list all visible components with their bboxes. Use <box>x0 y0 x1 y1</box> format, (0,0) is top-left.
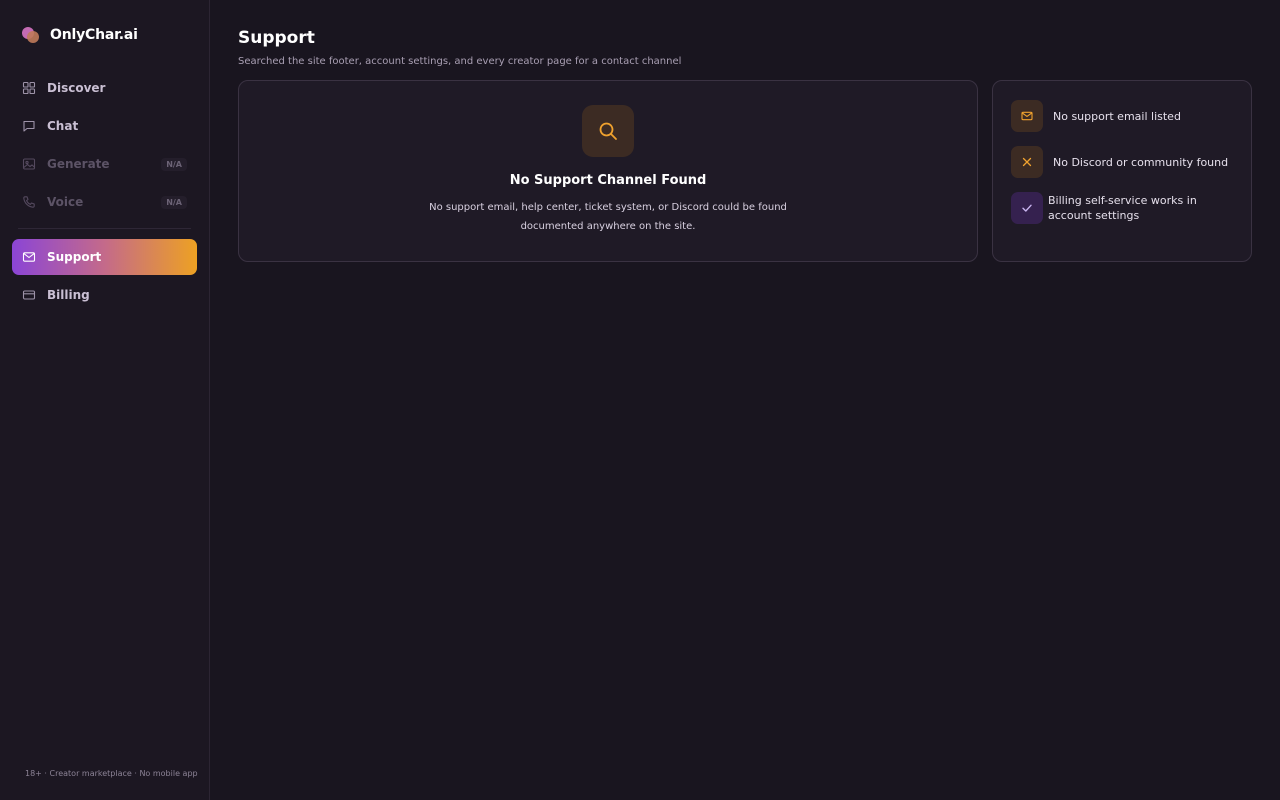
sidebar-footer: 18+ · Creator marketplace · No mobile ap… <box>25 769 198 778</box>
phone-icon <box>22 195 36 209</box>
image-icon <box>22 157 36 171</box>
page-subtitle: Searched the site footer, account settin… <box>238 56 682 67</box>
empty-state-title: No Support Channel Found <box>509 173 707 188</box>
credit-card-icon <box>22 288 36 302</box>
status-item-email: No support email listed <box>1011 100 1233 132</box>
search-icon <box>582 105 634 157</box>
chat-bubble-icon <box>22 119 36 133</box>
sidebar-item-label: Chat <box>47 119 79 133</box>
sidebar-item-chat[interactable]: Chat <box>12 108 197 144</box>
nav-divider <box>18 228 191 229</box>
sidebar-nav: Discover Chat Generate N/A Voice N/A Sup… <box>12 70 197 313</box>
sidebar-item-label: Discover <box>47 81 106 95</box>
mail-icon <box>1011 100 1043 132</box>
status-label: Billing self-service works in account se… <box>1048 194 1197 222</box>
status-label: No Discord or community found <box>1053 155 1229 169</box>
x-icon <box>1011 146 1043 178</box>
sidebar-item-label: Billing <box>47 288 90 302</box>
page-title: Support <box>238 28 315 48</box>
main-content: Support Searched the site footer, accoun… <box>210 0 1280 800</box>
sidebar-item-generate[interactable]: Generate N/A <box>12 146 197 182</box>
sidebar-item-label: Voice <box>47 195 84 209</box>
cards-row: No Support Channel Found No support emai… <box>238 80 1252 262</box>
sidebar-item-label: Support <box>47 250 102 264</box>
brand-name: OnlyChar.ai <box>50 27 138 43</box>
status-card: No support email listed No Discord or co… <box>992 80 1252 262</box>
brand[interactable]: OnlyChar.ai <box>12 0 197 70</box>
sidebar: OnlyChar.ai Discover Chat Generate N/A V… <box>0 0 210 800</box>
status-item-discord: No Discord or community found <box>1011 146 1233 178</box>
unavailable-badge: N/A <box>161 195 187 209</box>
check-icon <box>1011 192 1043 224</box>
sidebar-item-billing[interactable]: Billing <box>12 277 197 313</box>
status-label: No support email listed <box>1053 109 1181 123</box>
logo-icon <box>22 26 40 44</box>
empty-state-card: No Support Channel Found No support emai… <box>238 80 978 262</box>
unavailable-badge: N/A <box>161 157 187 171</box>
mail-icon <box>22 250 36 264</box>
app-root: OnlyChar.ai Discover Chat Generate N/A V… <box>0 0 1280 800</box>
sidebar-item-discover[interactable]: Discover <box>12 70 197 106</box>
sidebar-item-support[interactable]: Support <box>12 239 197 275</box>
grid-icon <box>22 81 36 95</box>
sidebar-item-label: Generate <box>47 157 110 171</box>
status-item-billing: Billing self-service works in account se… <box>1011 192 1233 224</box>
empty-state-description: No support email, help center, ticket sy… <box>429 202 787 232</box>
sidebar-item-voice[interactable]: Voice N/A <box>12 184 197 220</box>
